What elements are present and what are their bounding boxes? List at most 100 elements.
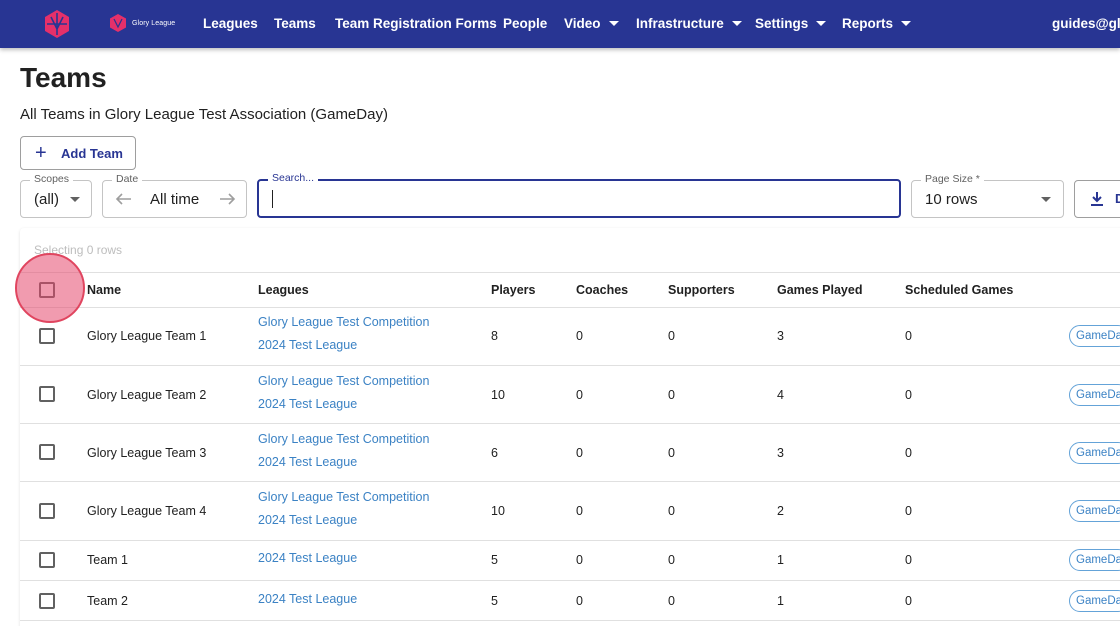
date-next-button[interactable] bbox=[212, 181, 242, 217]
coaches-count: 0 bbox=[576, 553, 583, 567]
league-link[interactable]: Glory League Test Competition bbox=[258, 432, 429, 446]
team-name: Glory League Team 3 bbox=[87, 446, 207, 460]
coaches-count: 0 bbox=[576, 388, 583, 402]
nav-leagues[interactable]: Leagues bbox=[203, 0, 258, 48]
row-checkbox[interactable] bbox=[39, 444, 55, 460]
divider bbox=[20, 272, 1120, 273]
team-name: Team 1 bbox=[87, 553, 128, 567]
league-link[interactable]: 2024 Test League bbox=[258, 513, 357, 527]
column-header-coaches[interactable]: Coaches bbox=[576, 283, 628, 297]
chevron-down-icon bbox=[70, 197, 80, 202]
chevron-down-icon bbox=[1041, 197, 1051, 202]
column-header-supporters[interactable]: Supporters bbox=[668, 283, 735, 297]
supporters-count: 0 bbox=[668, 553, 675, 567]
players-count: 8 bbox=[491, 329, 498, 343]
brand-logo-icon bbox=[110, 14, 126, 32]
column-header-name[interactable]: Name bbox=[87, 283, 121, 297]
nav-settings-label: Settings bbox=[755, 16, 809, 31]
table-row[interactable]: Glory League Team 1 Glory League Test Co… bbox=[20, 307, 1120, 366]
nav-video-label: Video bbox=[564, 16, 601, 31]
chevron-down-icon bbox=[731, 20, 742, 26]
source-chip[interactable]: GameDa bbox=[1069, 442, 1120, 464]
page-size-select[interactable]: Page Size * 10 rows bbox=[911, 173, 1064, 218]
players-count: 5 bbox=[491, 594, 498, 608]
date-filter: Date All time bbox=[102, 173, 247, 218]
league-link[interactable]: 2024 Test League bbox=[258, 397, 357, 411]
brand[interactable]: Glory League bbox=[108, 13, 175, 33]
nav-user-menu[interactable]: guides@glo bbox=[1052, 0, 1120, 48]
click-highlight-marker bbox=[15, 253, 85, 323]
nav-team-registration-forms[interactable]: Team Registration Forms bbox=[335, 0, 497, 48]
supporters-count: 0 bbox=[668, 329, 675, 343]
scopes-label: Scopes bbox=[30, 173, 74, 185]
top-navigation-bar: Glory League Leagues Teams Team Registra… bbox=[0, 0, 1120, 48]
nav-video[interactable]: Video bbox=[564, 0, 619, 48]
arrow-right-icon bbox=[220, 193, 236, 205]
source-chip[interactable]: GameDa bbox=[1069, 325, 1120, 347]
column-header-leagues[interactable]: Leagues bbox=[258, 283, 309, 297]
scheduled-games-count: 0 bbox=[905, 594, 912, 608]
league-link[interactable]: Glory League Test Competition bbox=[258, 490, 429, 504]
scheduled-games-count: 0 bbox=[905, 388, 912, 402]
team-name: Glory League Team 2 bbox=[87, 388, 207, 402]
search-label: Search... bbox=[268, 172, 319, 184]
source-chip[interactable]: GameDa bbox=[1069, 549, 1120, 571]
games-played-count: 3 bbox=[777, 329, 784, 343]
row-checkbox[interactable] bbox=[39, 593, 55, 609]
add-team-button[interactable]: + Add Team bbox=[20, 136, 136, 170]
date-value: All time bbox=[150, 191, 200, 208]
column-header-players[interactable]: Players bbox=[491, 283, 535, 297]
scopes-select[interactable]: Scopes (all) bbox=[20, 173, 92, 218]
nav-reports[interactable]: Reports bbox=[842, 0, 912, 48]
row-checkbox[interactable] bbox=[39, 328, 55, 344]
glory-league-logo-icon[interactable] bbox=[42, 9, 72, 39]
table-row[interactable]: Glory League Team 2 Glory League Test Co… bbox=[20, 366, 1120, 424]
source-chip[interactable]: GameDa bbox=[1069, 590, 1120, 612]
nav-settings[interactable]: Settings bbox=[755, 0, 827, 48]
download-button[interactable]: D bbox=[1074, 180, 1120, 218]
team-name: Team 2 bbox=[87, 594, 128, 608]
nav-people-label: People bbox=[503, 16, 548, 31]
chevron-down-icon bbox=[816, 20, 827, 26]
column-header-scheduled-games[interactable]: Scheduled Games bbox=[905, 283, 1013, 297]
players-count: 5 bbox=[491, 553, 498, 567]
column-header-games-played[interactable]: Games Played bbox=[777, 283, 862, 297]
search-input[interactable] bbox=[269, 187, 889, 209]
games-played-count: 1 bbox=[777, 594, 784, 608]
scopes-value: (all) bbox=[34, 191, 59, 208]
plus-icon: + bbox=[35, 142, 47, 164]
league-link[interactable]: 2024 Test League bbox=[258, 338, 357, 352]
divider bbox=[20, 620, 1120, 621]
supporters-count: 0 bbox=[668, 594, 675, 608]
league-link[interactable]: 2024 Test League bbox=[258, 592, 357, 606]
scheduled-games-count: 0 bbox=[905, 446, 912, 460]
scheduled-games-count: 0 bbox=[905, 504, 912, 518]
page-size-label: Page Size * bbox=[921, 173, 984, 185]
row-checkbox[interactable] bbox=[39, 552, 55, 568]
row-checkbox[interactable] bbox=[39, 386, 55, 402]
add-team-button-label: Add Team bbox=[61, 145, 123, 161]
download-icon bbox=[1091, 192, 1103, 206]
table-row[interactable]: Team 1 2024 Test League 5 0 0 1 0 GameDa bbox=[20, 541, 1120, 581]
chevron-down-icon bbox=[608, 20, 619, 26]
brand-text: Glory League bbox=[132, 19, 176, 27]
players-count: 10 bbox=[491, 504, 505, 518]
source-chip[interactable]: GameDa bbox=[1069, 500, 1120, 522]
table-row[interactable]: Glory League Team 3 Glory League Test Co… bbox=[20, 424, 1120, 482]
league-link[interactable]: 2024 Test League bbox=[258, 455, 357, 469]
nav-infrastructure[interactable]: Infrastructure bbox=[636, 0, 742, 48]
league-link[interactable]: Glory League Test Competition bbox=[258, 374, 429, 388]
date-previous-button[interactable] bbox=[109, 181, 139, 217]
games-played-count: 2 bbox=[777, 504, 784, 518]
nav-teams[interactable]: Teams bbox=[274, 0, 316, 48]
row-checkbox[interactable] bbox=[39, 503, 55, 519]
table-row[interactable]: Glory League Team 4 Glory League Test Co… bbox=[20, 482, 1120, 541]
supporters-count: 0 bbox=[668, 446, 675, 460]
source-chip[interactable]: GameDa bbox=[1069, 384, 1120, 406]
nav-people[interactable]: People bbox=[503, 0, 547, 48]
league-link[interactable]: 2024 Test League bbox=[258, 551, 357, 565]
league-link[interactable]: Glory League Test Competition bbox=[258, 315, 429, 329]
games-played-count: 4 bbox=[777, 388, 784, 402]
nav-team-registration-forms-label: Team Registration Forms bbox=[335, 16, 497, 31]
table-row[interactable]: Team 2 2024 Test League 5 0 0 1 0 GameDa bbox=[20, 581, 1120, 621]
